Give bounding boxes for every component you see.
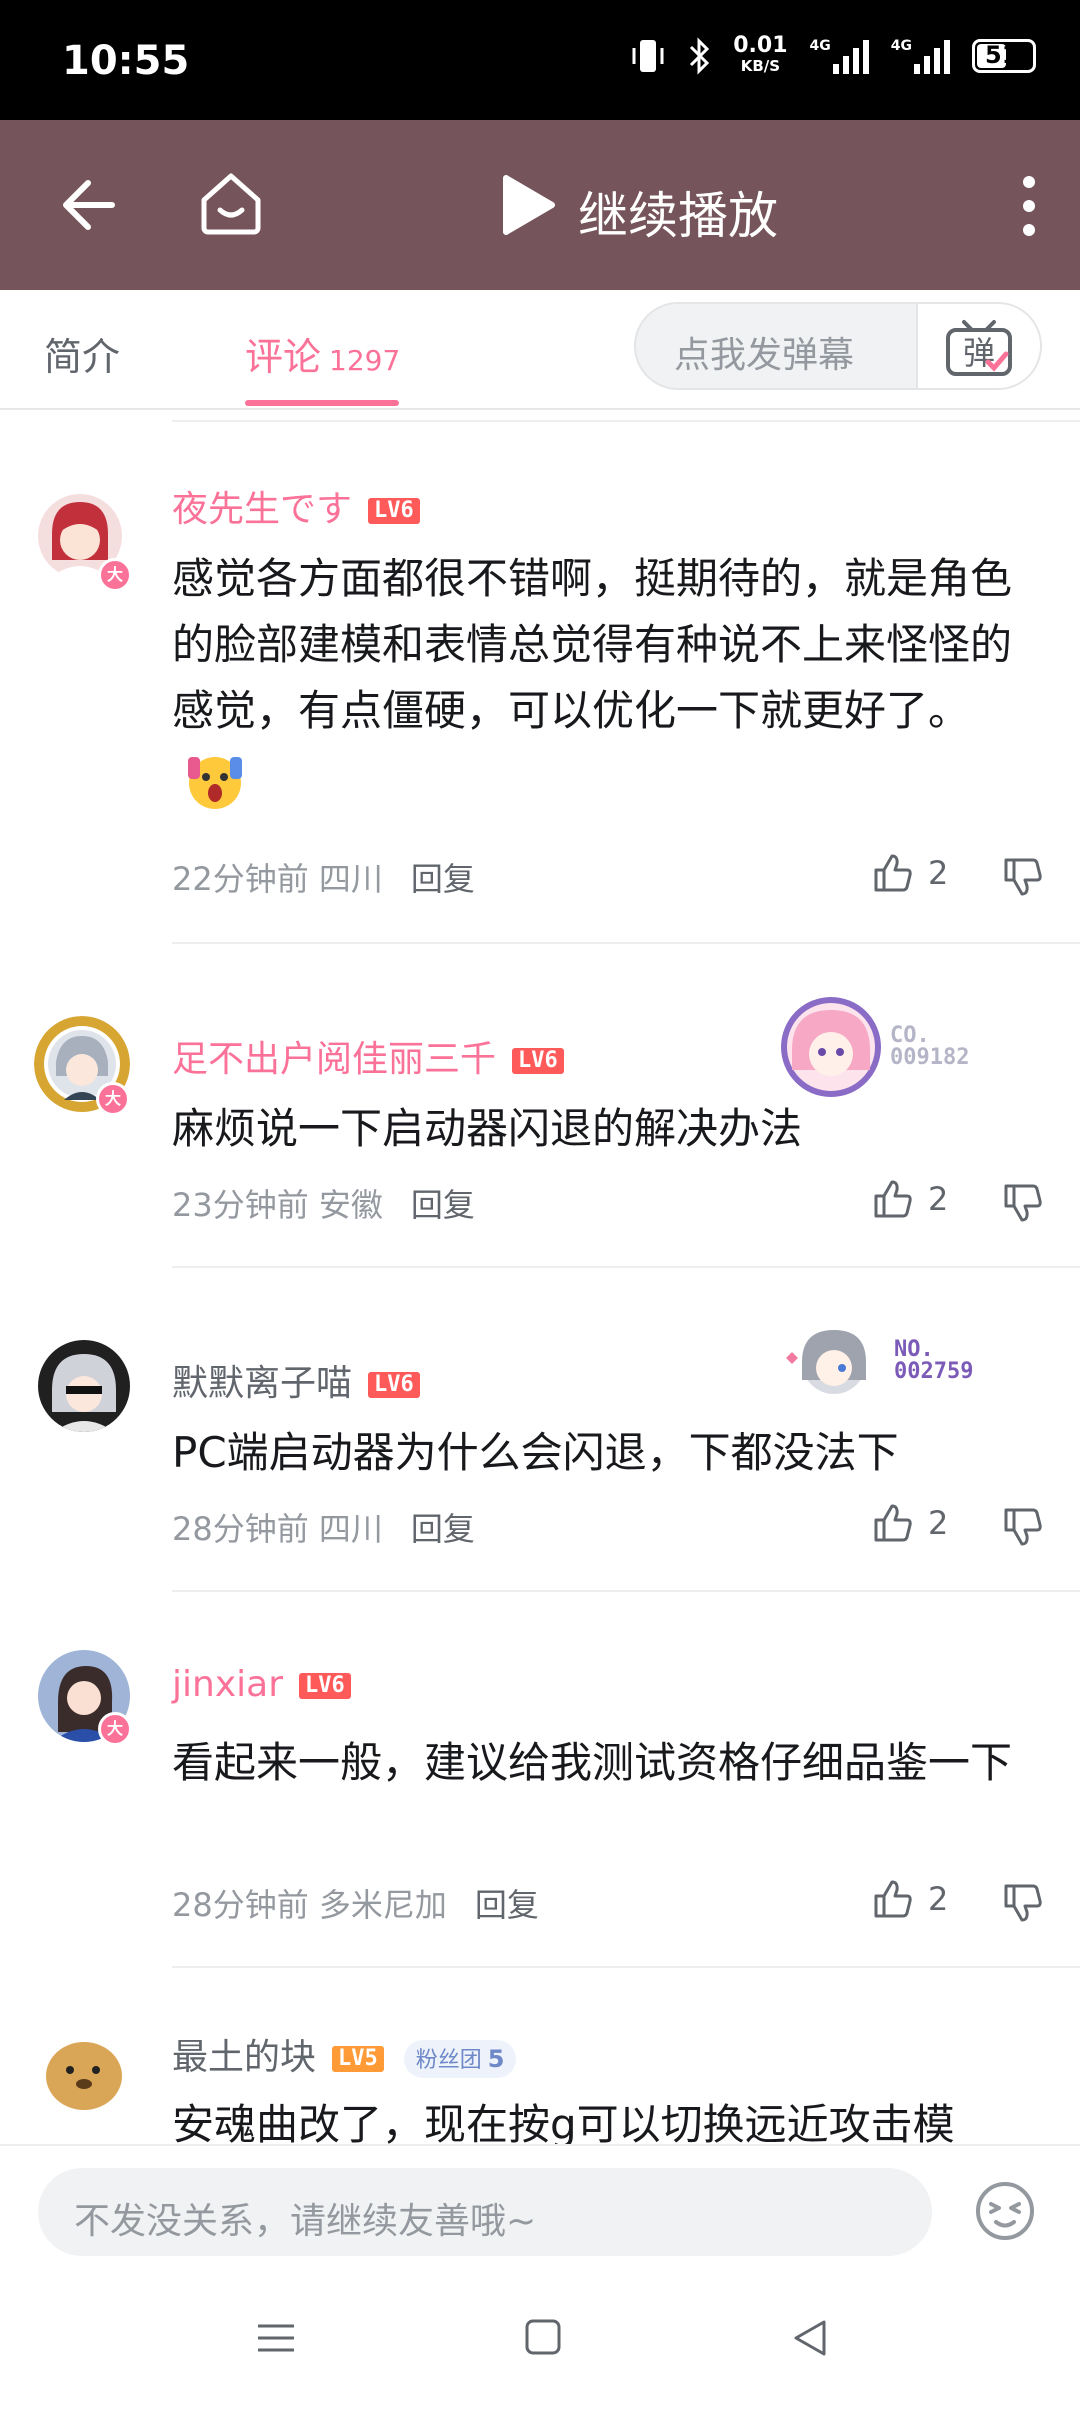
decoration-character-icon (781, 997, 881, 1097)
decoration-number: CO. 009182 (890, 1023, 970, 1070)
net-speed: 0.01 KB/S (733, 33, 788, 76)
like-button[interactable]: 2 (872, 1878, 948, 1920)
comment-username[interactable]: jinxiar LV6 (172, 1664, 351, 1705)
tab-intro[interactable]: 简介 (44, 326, 120, 381)
comment-input[interactable]: 不发没关系，请继续友善哦~ (38, 2168, 932, 2256)
danmaku-input[interactable]: 点我发弹幕 弹 (634, 302, 1042, 390)
comment-text: PC端启动器为什么会闪退，下都没法下 (172, 1428, 899, 1477)
divider (172, 1966, 1080, 1968)
back-arrow-icon[interactable] (58, 175, 118, 235)
like-button[interactable]: 2 (872, 1178, 948, 1220)
comment-username[interactable]: 默默离子喵 LV6 (172, 1354, 420, 1406)
thumbs-down-icon[interactable] (1002, 856, 1044, 898)
like-count: 2 (928, 1504, 949, 1542)
thumbs-up-icon (874, 1880, 912, 1918)
danmaku-placeholder: 点我发弹幕 (674, 335, 855, 376)
divider (172, 942, 1080, 944)
tab-bar: 简介 评论 1297 点我发弹幕 弹 (0, 290, 1080, 410)
like-button[interactable]: 2 (872, 1502, 948, 1544)
comment-meta: 28分钟前 多米尼加 回复 (172, 1886, 539, 1924)
comment-text: 麻烦说一下启动器闪退的解决办法 (172, 1104, 803, 1153)
thumbs-down-icon[interactable] (1002, 1506, 1044, 1548)
comment-meta: 22分钟前 四川 回复 (172, 860, 475, 898)
like-count: 2 (928, 1180, 949, 1218)
reply-button[interactable]: 回复 (411, 860, 475, 898)
comment-decoration: NO. 002759 (778, 1318, 973, 1404)
continue-play-button[interactable]: 继续播放 (578, 176, 778, 248)
tab-comments[interactable]: 评论 1297 (245, 326, 400, 381)
comment-text: 看起来一般，建议给我测试资格仔细品鉴一下 (172, 1738, 1013, 1787)
level-badge: LV6 (368, 1372, 420, 1398)
comment-meta: 23分钟前 安徽 回复 (172, 1186, 475, 1224)
signal-bars-icon (832, 38, 869, 74)
comment-list[interactable]: 大 夜先生です LV6 感觉各方面都很不错啊，挺期待的，就是角色的脸部建模和表情总… (0, 410, 1080, 2144)
divider (172, 1590, 1080, 1592)
level-badge: LV5 (332, 2046, 384, 2072)
status-icons: 0.01 KB/S 4G 4G 51 (631, 33, 1036, 76)
signal-1: 4G (810, 38, 869, 74)
signal-2: 4G (891, 38, 950, 74)
thumbs-down-icon[interactable] (1002, 1182, 1044, 1224)
thumbs-up-icon (874, 854, 912, 892)
status-bar: 10:55 0.01 KB/S 4G 4G 51 (0, 0, 1080, 120)
decoration-number: NO. 002759 (894, 1337, 974, 1384)
active-tab-indicator (245, 400, 399, 406)
comment-composer: 不发没关系，请继续友善哦~ (0, 2144, 1080, 2276)
divider (172, 1266, 1080, 1268)
comment-count: 1297 (329, 344, 401, 377)
clock: 10:55 (62, 38, 190, 84)
system-nav-bar (0, 2274, 1080, 2414)
more-icon[interactable] (1022, 176, 1036, 236)
bluetooth-icon (690, 37, 710, 75)
comment-meta: 28分钟前 四川 回复 (172, 1510, 475, 1548)
reply-button[interactable]: 回复 (411, 1186, 475, 1224)
comment-decoration: CO. 009182 (778, 994, 969, 1100)
level-badge: LV6 (368, 498, 420, 524)
comment-text: 安魂曲改了，现在按g可以切换远近攻击模 (172, 2100, 955, 2144)
like-button[interactable]: 2 (872, 852, 948, 894)
danmaku-toggle-button[interactable]: 弹 (916, 304, 1040, 388)
comment-input-placeholder: 不发没关系，请继续友善哦~ (74, 2201, 537, 2242)
menu-icon[interactable] (256, 2318, 296, 2358)
thumbs-down-icon[interactable] (1002, 1882, 1044, 1924)
decoration-character-icon (786, 1330, 866, 1394)
thumbs-up-icon (874, 1180, 912, 1218)
level-badge: LV6 (512, 1048, 564, 1074)
comment-username[interactable]: 夜先生です LV6 (172, 480, 420, 532)
divider (172, 420, 1080, 422)
like-count: 2 (928, 854, 949, 892)
thumbs-up-icon (874, 1504, 912, 1542)
reply-button[interactable]: 回复 (475, 1886, 539, 1924)
home-icon[interactable] (198, 170, 264, 236)
comment-username[interactable]: 最土的块 LV5 粉丝团 5 (172, 2028, 517, 2080)
vip-badge: 大 (98, 1712, 132, 1746)
vip-badge: 大 (98, 558, 132, 592)
comment-text: 感觉各方面都很不错啊，挺期待的，就是角色的脸部建模和表情总觉得有种说不上来怪怪的… (172, 546, 1012, 811)
like-count: 2 (928, 1880, 949, 1918)
danmaku-icon: 弹 (946, 320, 1012, 376)
shocked-emoji-icon (188, 756, 242, 809)
home-square-icon[interactable] (524, 2318, 562, 2356)
comment-username[interactable]: 足不出户阅佳丽三千 LV6 (172, 1030, 564, 1082)
video-top-bar: 继续播放 (0, 120, 1080, 290)
vip-badge: 大 (96, 1082, 130, 1116)
battery-icon: 51 (972, 39, 1036, 73)
avatar[interactable] (38, 2026, 130, 2118)
emoji-icon[interactable] (974, 2180, 1036, 2242)
play-icon[interactable] (500, 174, 556, 236)
signal-bars-icon (914, 38, 950, 74)
reply-button[interactable]: 回复 (411, 1510, 475, 1548)
avatar[interactable] (38, 1340, 130, 1432)
back-triangle-icon[interactable] (790, 2318, 830, 2358)
vibrate-icon (632, 40, 664, 72)
level-badge: LV6 (299, 1673, 351, 1699)
fan-group-badge: 粉丝团 5 (403, 2040, 517, 2078)
